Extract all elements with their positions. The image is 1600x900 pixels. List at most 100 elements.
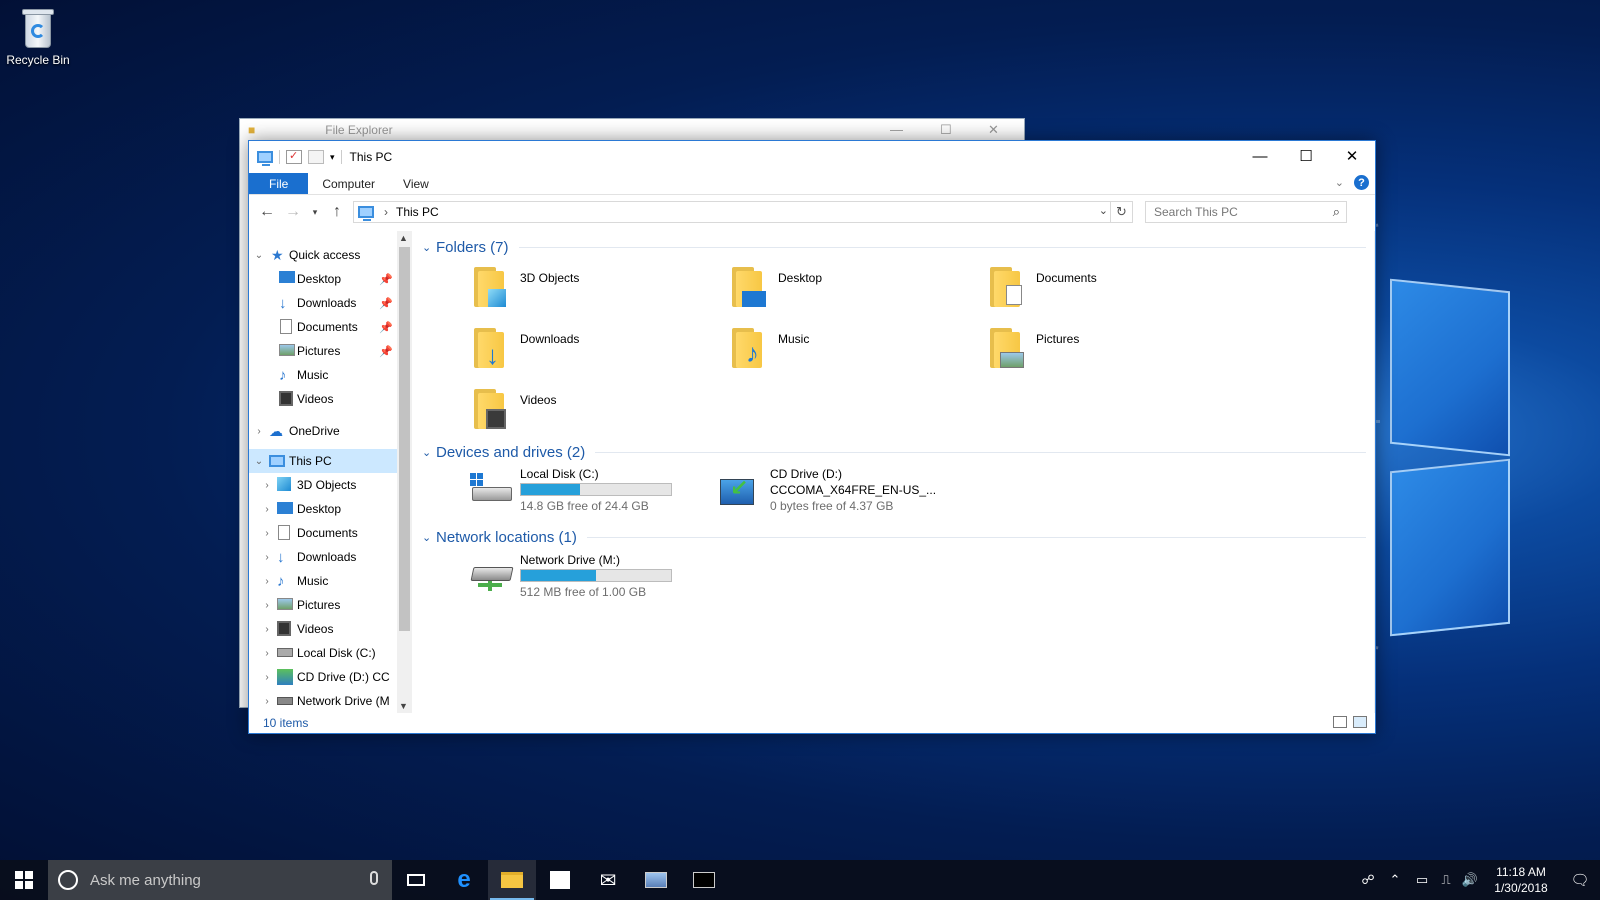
cortana-search-box[interactable]: Ask me anything (48, 860, 392, 900)
drive-tile-local-disk[interactable]: Local Disk (C:) 14.8 GB free of 24.4 GB (468, 467, 718, 517)
nav-pc-downloads[interactable]: › ↓ Downloads (249, 545, 397, 569)
nav-quick-access[interactable]: ⌄ ★ Quick access (249, 243, 397, 267)
nav-pc-music[interactable]: › ♪ Music (249, 569, 397, 593)
scrollbar-thumb[interactable] (399, 247, 410, 631)
close-icon[interactable]: ✕ (988, 122, 999, 138)
scroll-up-icon[interactable]: ▲ (399, 233, 408, 243)
chevron-right-icon[interactable]: › (261, 576, 273, 587)
nav-quick-desktop[interactable]: Desktop 📌 (249, 267, 397, 291)
chevron-down-icon[interactable]: ⌄ (422, 531, 436, 544)
address-bar[interactable]: › This PC ⌄ ↻ (353, 201, 1133, 223)
tab-file[interactable]: File (249, 173, 309, 194)
action-center-icon[interactable]: 🗨 (1560, 871, 1600, 889)
chevron-right-icon[interactable]: › (261, 600, 273, 611)
chevron-down-icon[interactable]: ⌄ (422, 241, 436, 254)
back-button[interactable]: ← (257, 203, 277, 221)
maximize-icon[interactable]: ☐ (940, 122, 952, 138)
group-network-locations[interactable]: ⌄ Network locations (1) (422, 525, 1366, 549)
folder-tile-music[interactable]: ♪ Music (730, 324, 970, 380)
refresh-button[interactable]: ↻ (1110, 202, 1132, 222)
navigation-pane[interactable]: ⌄ ★ Quick access Desktop 📌 ↓ Downloads 📌… (249, 231, 397, 713)
command-prompt-taskbar-button[interactable] (680, 860, 728, 900)
chevron-down-icon[interactable]: ⌄ (1099, 204, 1108, 217)
nav-pc-videos[interactable]: › Videos (249, 617, 397, 641)
nav-pc-local-disk[interactable]: › Local Disk (C:) (249, 641, 397, 665)
nav-pc-desktop[interactable]: › Desktop (249, 497, 397, 521)
up-button[interactable]: ↑ (327, 203, 347, 221)
chevron-right-icon[interactable]: › (261, 696, 273, 707)
expand-ribbon-icon[interactable]: ⌄ (1335, 176, 1344, 189)
folder-tile-pictures[interactable]: Pictures (988, 324, 1228, 380)
large-icons-view-icon[interactable] (1353, 716, 1367, 728)
search-input[interactable]: Search This PC ⌕ (1145, 201, 1347, 223)
recycle-bin-desktop-icon[interactable]: Recycle Bin (0, 6, 76, 67)
task-view-button[interactable] (392, 860, 440, 900)
recent-locations-icon[interactable]: ▾ (309, 207, 321, 218)
network-icon[interactable]: ⎍ (1434, 872, 1458, 888)
nav-quick-downloads[interactable]: ↓ Downloads 📌 (249, 291, 397, 315)
explorer-window[interactable]: ✓ ▾ This PC — ☐ ✕ File Computer View ⌄ ?… (248, 140, 1376, 734)
nav-onedrive[interactable]: › ☁ OneDrive (249, 419, 397, 443)
pin-icon[interactable]: 📌 (379, 273, 393, 286)
minimize-icon[interactable]: — (890, 122, 903, 137)
breadcrumb-this-pc[interactable]: This PC (396, 205, 439, 219)
nav-pc-cd-drive[interactable]: › CD Drive (D:) CC (249, 665, 397, 689)
nav-pc-pictures[interactable]: › Pictures (249, 593, 397, 617)
chevron-down-icon[interactable]: ⌄ (253, 456, 265, 467)
folder-tile-3d-objects[interactable]: 3D Objects (472, 263, 712, 319)
details-view-icon[interactable] (1333, 716, 1347, 728)
nav-pc-documents[interactable]: › Documents (249, 521, 397, 545)
minimize-button[interactable]: — (1237, 141, 1283, 171)
chevron-up-icon[interactable]: ⌃ (1380, 872, 1410, 888)
people-icon[interactable]: ☍ (1356, 872, 1380, 888)
tab-computer[interactable]: Computer (308, 173, 389, 194)
volume-icon[interactable]: 🔊 (1458, 872, 1482, 888)
folder-tile-downloads[interactable]: ↓ Downloads (472, 324, 712, 380)
properties-icon[interactable]: ✓ (286, 150, 302, 164)
nav-this-pc[interactable]: ⌄ This PC (249, 449, 397, 473)
nav-scrollbar[interactable]: ▲ ▼ (397, 231, 412, 713)
drive-tile-network-drive[interactable]: Network Drive (M:) 512 MB free of 1.00 G… (468, 553, 718, 603)
file-explorer-taskbar-button[interactable] (488, 860, 536, 900)
maximize-button[interactable]: ☐ (1283, 141, 1329, 171)
store-taskbar-button[interactable] (536, 860, 584, 900)
folder-tile-desktop[interactable]: Desktop (730, 263, 970, 319)
new-folder-icon[interactable] (308, 150, 324, 164)
help-icon[interactable]: ? (1354, 175, 1369, 190)
search-icon[interactable]: ⌕ (1333, 204, 1340, 220)
folder-tile-videos[interactable]: Videos (472, 385, 712, 441)
chevron-right-icon[interactable]: › (261, 552, 273, 563)
scroll-down-icon[interactable]: ▼ (399, 701, 408, 711)
forward-button[interactable]: → (283, 203, 303, 221)
content-pane[interactable]: ⌄ Folders (7) 3D Objects Desktop Documen… (412, 231, 1375, 713)
group-devices[interactable]: ⌄ Devices and drives (2) (422, 440, 1366, 464)
pin-icon[interactable]: 📌 (379, 321, 393, 334)
title-bar[interactable]: ✓ ▾ This PC — ☐ ✕ (249, 141, 1375, 173)
folder-tile-documents[interactable]: Documents (988, 263, 1228, 319)
customize-toolbar-icon[interactable]: ▾ (330, 152, 335, 163)
chevron-right-icon[interactable]: › (261, 480, 273, 491)
chevron-right-icon[interactable]: › (261, 504, 273, 515)
group-folders[interactable]: ⌄ Folders (7) (422, 235, 1366, 259)
battery-icon[interactable]: ▭ (1410, 872, 1434, 888)
microphone-icon[interactable] (370, 871, 378, 885)
start-button[interactable] (0, 860, 48, 900)
pin-icon[interactable]: 📌 (379, 345, 393, 358)
close-button[interactable]: ✕ (1329, 141, 1375, 171)
chevron-down-icon[interactable]: ⌄ (422, 446, 436, 459)
nav-pc-3d-objects[interactable]: › 3D Objects (249, 473, 397, 497)
nav-pc-network-drive[interactable]: › Network Drive (M (249, 689, 397, 713)
mail-taskbar-button[interactable]: ✉ (584, 860, 632, 900)
drive-tile-cd-drive[interactable]: ↙ CD Drive (D:) CCCOMA_X64FRE_EN-US_... … (718, 467, 968, 517)
nav-quick-music[interactable]: ♪ Music (249, 363, 397, 387)
nav-quick-documents[interactable]: Documents 📌 (249, 315, 397, 339)
chevron-right-icon[interactable]: › (261, 624, 273, 635)
tab-view[interactable]: View (389, 173, 443, 194)
nav-quick-pictures[interactable]: Pictures 📌 (249, 339, 397, 363)
chevron-down-icon[interactable]: ⌄ (253, 250, 265, 261)
remote-desktop-taskbar-button[interactable] (632, 860, 680, 900)
chevron-right-icon[interactable]: › (261, 648, 273, 659)
chevron-right-icon[interactable]: › (261, 672, 273, 683)
pin-icon[interactable]: 📌 (379, 297, 393, 310)
edge-taskbar-button[interactable]: e (440, 860, 488, 900)
